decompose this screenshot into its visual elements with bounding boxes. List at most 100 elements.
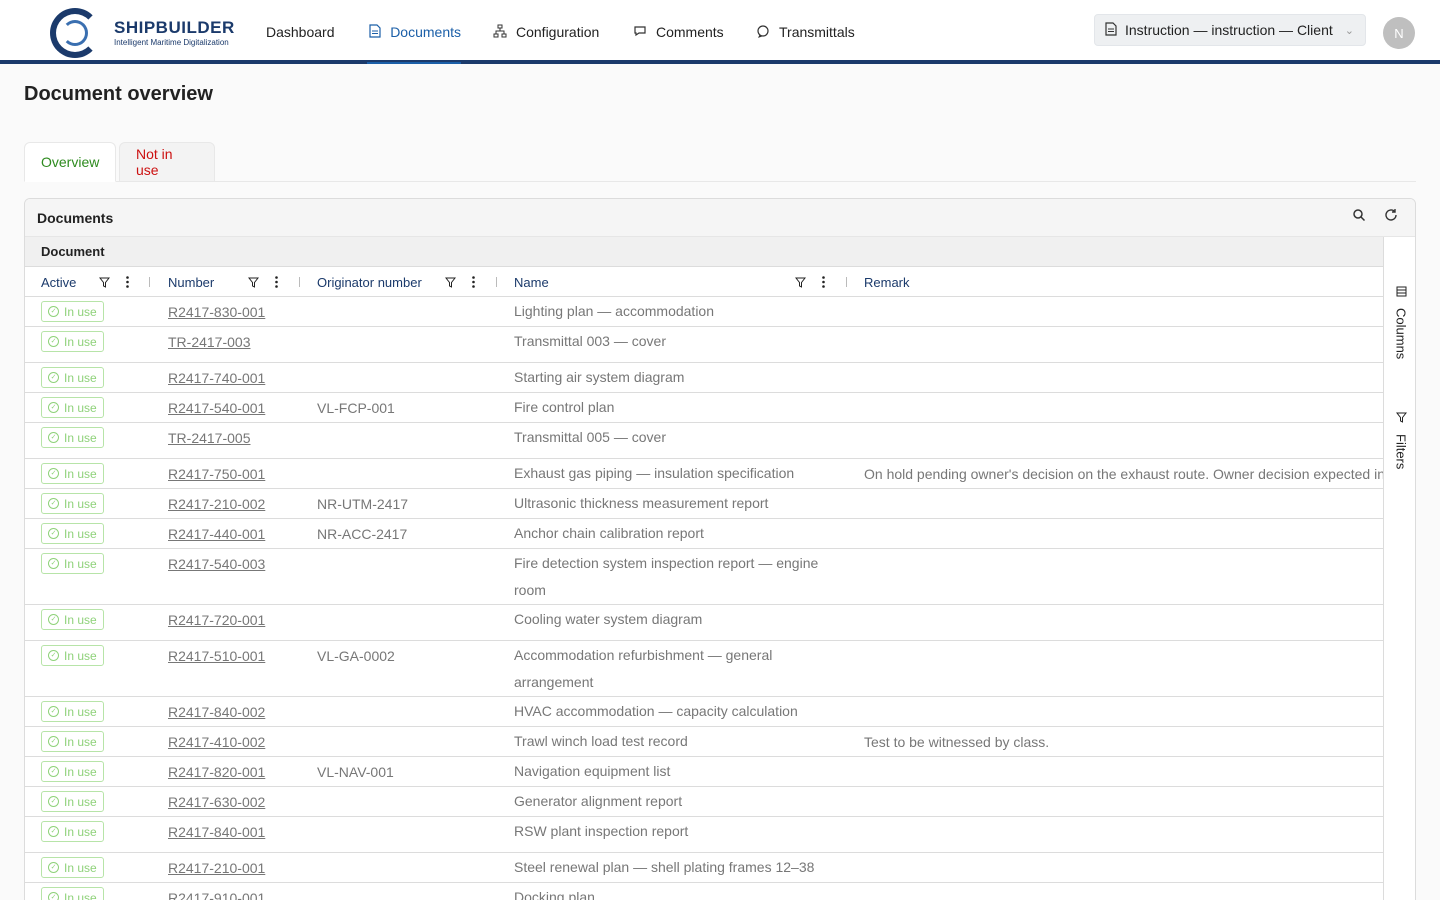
check-circle-icon: ✓ (48, 306, 59, 317)
refresh-icon[interactable] (1382, 208, 1400, 226)
nav-label: Dashboard (266, 24, 335, 40)
column-header-name[interactable]: Name (514, 267, 549, 297)
avatar[interactable]: N (1383, 17, 1415, 49)
table-row[interactable]: ✓ In use R2417-840-001 RSW plant inspection… (25, 817, 1383, 853)
document-number-link[interactable]: R2417-630-002 (168, 787, 265, 817)
document-number-link[interactable]: R2417-840-002 (168, 697, 265, 727)
column-menu-icon[interactable] (126, 267, 129, 297)
nav-documents[interactable]: Documents (367, 0, 461, 64)
table-row[interactable]: ✓ In use R2417-820-001 VL-NAV-001 Navigation… (25, 757, 1383, 787)
status-label: In use (64, 824, 97, 839)
document-number-link[interactable]: R2417-750-001 (168, 459, 265, 489)
nav-label: Comments (656, 24, 724, 40)
filter-icon (1395, 411, 1407, 426)
nav-label: Transmittals (779, 24, 855, 40)
column-group-label: Document (41, 244, 105, 259)
nav-configuration[interactable]: Configuration (492, 0, 599, 64)
document-number-link[interactable]: R2417-840-001 (168, 817, 265, 847)
column-header-active[interactable]: Active (41, 267, 76, 297)
search-icon[interactable] (1350, 208, 1368, 226)
nav-label: Configuration (516, 24, 600, 40)
filter-icon[interactable] (795, 267, 806, 297)
table-row[interactable]: ✓ In use R2417-840-002 HVAC accommodation —… (25, 697, 1383, 727)
document-icon (1105, 21, 1117, 39)
status-label: In use (64, 794, 97, 809)
document-number-link[interactable]: TR-2417-005 (168, 423, 251, 453)
table-row[interactable]: ✓ In use R2417-540-001 VL-FCP-001 Fire contr… (25, 393, 1383, 423)
document-number-link[interactable]: R2417-210-002 (168, 489, 265, 519)
status-label: In use (64, 526, 97, 541)
table-row[interactable]: ✓ In use R2417-210-001 Steel renewal plan —… (25, 853, 1383, 883)
check-circle-icon: ✓ (48, 614, 59, 625)
status-label: In use (64, 648, 97, 663)
column-menu-icon[interactable] (822, 267, 825, 297)
status-label: In use (64, 496, 97, 511)
column-resize-handle[interactable] (149, 277, 150, 287)
document-name: Anchor chain calibration report (514, 525, 704, 541)
check-circle-icon: ✓ (48, 706, 59, 717)
columns-icon (1396, 285, 1407, 300)
table-row[interactable]: ✓ In use TR-2417-005 Transmittal 005 — cove… (25, 423, 1383, 459)
table-row[interactable]: ✓ In use R2417-440-001 NR-ACC-2417 Anchor ch… (25, 519, 1383, 549)
document-number-link[interactable]: R2417-820-001 (168, 757, 265, 787)
top-bar: SHIPBUILDER Intelligent Maritime Digital… (0, 0, 1440, 64)
document-number-link[interactable]: R2417-830-001 (168, 297, 265, 327)
tab-not-in-use[interactable]: Not in use (119, 142, 215, 182)
check-circle-icon: ✓ (48, 736, 59, 747)
tab-overview[interactable]: Overview (24, 142, 116, 182)
column-header-originator[interactable]: Originator number (317, 267, 422, 297)
table-row[interactable]: ✓ In use R2417-750-001 Exhaust gas piping —… (25, 459, 1383, 489)
document-name: Fire control plan (514, 399, 615, 415)
table-row[interactable]: ✓ In use R2417-210-002 NR-UTM-2417 Ultrasoni… (25, 489, 1383, 519)
nav-dashboard[interactable]: Dashboard (266, 0, 335, 64)
originator-number: VL-FCP-001 (317, 400, 395, 416)
logo[interactable]: SHIPBUILDER Intelligent Maritime Digital… (50, 8, 250, 58)
document-number-link[interactable]: R2417-410-002 (168, 727, 265, 757)
table-row[interactable]: ✓ In use R2417-910-001 Docking plan (25, 883, 1383, 900)
table-row[interactable]: ✓ In use R2417-540-003 Fire detection syste… (25, 549, 1383, 605)
status-badge: ✓ In use (41, 791, 104, 812)
check-circle-icon: ✓ (48, 468, 59, 479)
table-row[interactable]: ✓ In use R2417-830-001 Lighting plan — acco… (25, 297, 1383, 327)
project-selector[interactable]: Instruction — instruction — Client ⌄ (1094, 14, 1366, 46)
status-badge: ✓ In use (41, 301, 104, 322)
filter-icon[interactable] (99, 267, 110, 297)
column-resize-handle[interactable] (299, 277, 300, 287)
status-label: In use (64, 430, 97, 445)
nav-comments[interactable]: Comments (632, 0, 724, 64)
column-header-row: Active Number Originator number Name Rem… (25, 267, 1383, 297)
table-row[interactable]: ✓ In use R2417-720-001 Cooling water system… (25, 605, 1383, 641)
filter-icon[interactable] (445, 267, 456, 297)
column-header-remark[interactable]: Remark (864, 267, 910, 297)
document-number-link[interactable]: R2417-510-001 (168, 641, 265, 671)
document-number-link[interactable]: R2417-740-001 (168, 363, 265, 393)
document-number-link[interactable]: R2417-720-001 (168, 605, 265, 635)
document-name: Exhaust gas piping — insulation specific… (514, 465, 795, 481)
column-header-number[interactable]: Number (168, 267, 214, 297)
column-menu-icon[interactable] (275, 267, 278, 297)
status-badge: ✓ In use (41, 367, 104, 388)
check-circle-icon: ✓ (48, 528, 59, 539)
filters-panel-toggle[interactable]: Filters (1384, 411, 1415, 469)
table-row[interactable]: ✓ In use R2417-740-001 Starting air system … (25, 363, 1383, 393)
check-circle-icon: ✓ (48, 372, 59, 383)
filter-icon[interactable] (248, 267, 259, 297)
table-row[interactable]: ✓ In use R2417-410-002 Trawl winch load tes… (25, 727, 1383, 757)
status-badge: ✓ In use (41, 331, 104, 352)
column-menu-icon[interactable] (472, 267, 475, 297)
table-row[interactable]: ✓ In use R2417-630-002 Generator alignment … (25, 787, 1383, 817)
document-name: Steel renewal plan — shell plating frame… (514, 859, 815, 875)
columns-panel-toggle[interactable]: Columns (1384, 285, 1415, 359)
column-resize-handle[interactable] (846, 277, 847, 287)
document-number-link[interactable]: R2417-540-003 (168, 549, 265, 579)
document-number-link[interactable]: R2417-540-001 (168, 393, 265, 423)
nav-transmittals[interactable]: Transmittals (755, 0, 855, 64)
column-resize-handle[interactable] (496, 277, 497, 287)
document-icon (367, 23, 382, 41)
table-row[interactable]: ✓ In use TR-2417-003 Transmittal 003 — cove… (25, 327, 1383, 363)
table-row[interactable]: ✓ In use R2417-510-001 VL-GA-0002 Accommodat… (25, 641, 1383, 697)
document-number-link[interactable]: TR-2417-003 (168, 327, 251, 357)
document-number-link[interactable]: R2417-440-001 (168, 519, 265, 549)
document-number-link[interactable]: R2417-910-001 (168, 883, 265, 900)
document-number-link[interactable]: R2417-210-001 (168, 853, 265, 883)
